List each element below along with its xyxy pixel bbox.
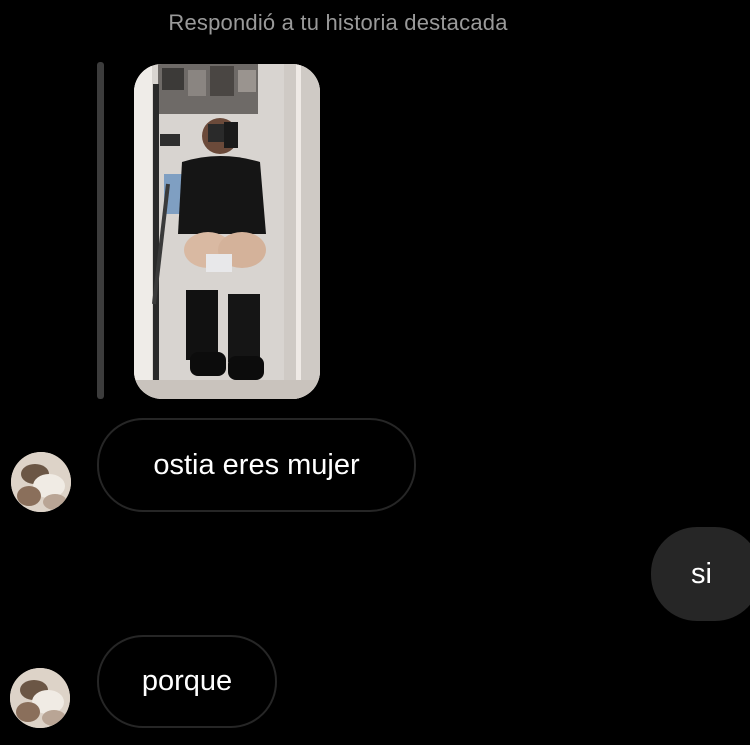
- reply-quote-bar: [97, 62, 104, 399]
- message-text: porque: [141, 665, 233, 697]
- message-text: si: [691, 557, 712, 590]
- user-avatar-icon: [10, 668, 70, 728]
- message-text: ostia eres mujer: [153, 448, 360, 481]
- incoming-message-bubble[interactable]: porque: [97, 635, 277, 728]
- user-avatar-icon: [11, 452, 71, 512]
- chat-thread: Respondió a tu historia destacada ostia …: [0, 0, 750, 745]
- sender-avatar[interactable]: [11, 452, 71, 512]
- outgoing-message-bubble[interactable]: si: [651, 527, 750, 621]
- sender-avatar[interactable]: [10, 668, 70, 728]
- story-reply-label: Respondió a tu historia destacada: [168, 10, 508, 35]
- story-photo-icon: [134, 64, 320, 399]
- story-thumbnail[interactable]: [134, 64, 320, 399]
- incoming-message-bubble[interactable]: ostia eres mujer: [97, 418, 416, 512]
